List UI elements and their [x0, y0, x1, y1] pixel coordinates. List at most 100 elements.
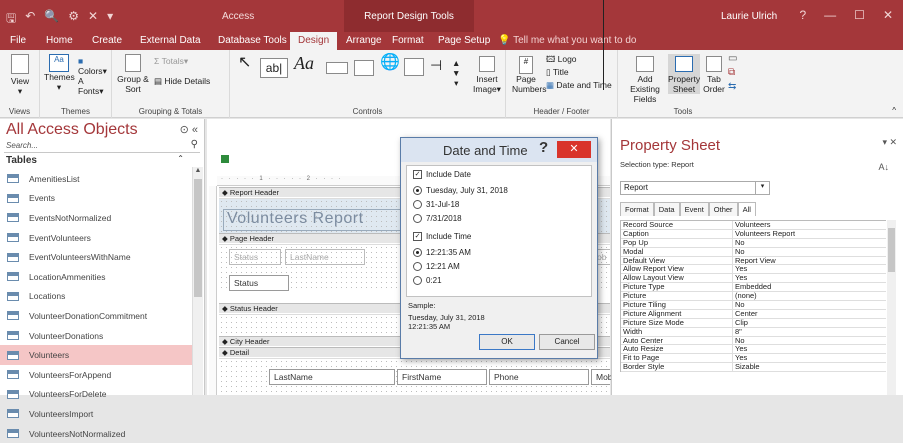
property-row[interactable]: Picture Size Mode Clip [621, 318, 886, 328]
user-name[interactable]: Laurie Ulrich [721, 11, 777, 22]
nav-table-item[interactable]: EventVolunteers [0, 228, 192, 248]
property-row[interactable]: Pop Up No [621, 238, 886, 248]
nav-table-item[interactable]: VolunteerDonations [0, 326, 192, 346]
property-value[interactable]: Center [733, 310, 886, 318]
date-format-short[interactable]: 7/31/2018 [413, 214, 462, 223]
colors-button[interactable]: ■ Colors▾ [78, 56, 111, 76]
firstname-textbox[interactable]: FirstName [397, 369, 487, 385]
nav-table-item[interactable]: VolunteersForDelete [0, 385, 192, 405]
page-break-tool-icon[interactable]: ⊣ [430, 58, 442, 72]
tab-file[interactable]: File [10, 32, 26, 50]
tab-page-setup[interactable]: Page Setup [438, 32, 490, 50]
property-value[interactable]: No [733, 337, 886, 345]
subform-icon[interactable]: ▭ [728, 54, 737, 64]
option-group-tool-icon[interactable] [404, 58, 424, 78]
view-button[interactable]: View ▾ [4, 54, 36, 96]
dialog-close-button[interactable]: ✕ [557, 141, 591, 158]
property-row[interactable]: Caption Volunteers Report [621, 229, 886, 239]
property-value[interactable]: No [733, 301, 886, 309]
nav-table-item[interactable]: Events [0, 189, 192, 209]
phone-textbox[interactable]: Phone [489, 369, 589, 385]
insert-image-button[interactable]: Insert Image▾ [470, 56, 504, 94]
nav-section-tables[interactable]: Tables ⌃ [0, 153, 204, 168]
nav-table-item[interactable]: EventVolunteersWithName [0, 247, 192, 267]
view-code-icon[interactable]: ⧉ [728, 68, 735, 78]
tell-me-search[interactable]: 💡 Tell me what you want to do [498, 32, 636, 50]
logo-button[interactable]: 🖾 Logo [546, 54, 577, 64]
shutter-bar-icon[interactable]: « [192, 124, 198, 136]
date-format-long[interactable]: Tuesday, July 31, 2018 [413, 186, 508, 195]
page-numbers-button[interactable]: # Page Numbers [512, 56, 546, 94]
hyperlink-tool-icon[interactable]: 🌐 [380, 55, 400, 71]
property-scrollbar[interactable] [887, 220, 896, 395]
property-value[interactable]: Yes [733, 274, 886, 282]
property-value[interactable]: No [733, 248, 886, 256]
tab-design[interactable]: Design [290, 32, 338, 50]
property-value[interactable]: 8" [733, 328, 886, 336]
controls-gallery-scroll[interactable]: ▲ ▼ ▾ [452, 58, 460, 88]
property-row[interactable]: Picture Alignment Center [621, 309, 886, 319]
tab-home[interactable]: Home [46, 32, 73, 50]
property-row[interactable]: Default View Report View [621, 256, 886, 266]
nav-table-item[interactable]: VolunteerDonationCommitment [0, 306, 192, 326]
close-object-icon[interactable]: ✕ [88, 9, 98, 30]
themes-button[interactable]: Aa Themes ▾ [44, 54, 75, 92]
scroll-thumb[interactable] [194, 179, 202, 297]
group-sort-button[interactable]: Group & Sort [116, 54, 150, 94]
add-existing-fields-button[interactable]: Add Existing Fields [624, 56, 666, 104]
form-icon[interactable]: ⚙ [68, 9, 79, 30]
property-value[interactable]: Yes [733, 345, 886, 353]
date-format-medium[interactable]: 31-Jul-18 [413, 200, 459, 209]
cancel-button[interactable]: Cancel [539, 334, 595, 350]
property-row[interactable]: Picture (none) [621, 292, 886, 302]
lastname-label-control[interactable]: LastName [285, 249, 365, 265]
property-row[interactable]: Fit to Page Yes [621, 354, 886, 364]
property-value[interactable]: Yes [733, 354, 886, 362]
include-date-checkbox[interactable]: ✓ Include Date [413, 170, 471, 179]
button-tool-icon[interactable] [326, 62, 348, 76]
property-row[interactable]: Auto Resize Yes [621, 345, 886, 355]
collapse-ribbon-icon[interactable]: ^ [892, 106, 896, 116]
property-value[interactable]: (none) [733, 292, 886, 300]
tab-all-props[interactable]: All [737, 202, 756, 216]
tab-arrange[interactable]: Arrange [346, 32, 382, 50]
tab-format-props[interactable]: Format [620, 202, 654, 216]
date-time-button[interactable]: ▦ Date and Time [546, 80, 612, 90]
object-selector-dropdown[interactable]: Report ▾ [620, 181, 770, 195]
time-format-short[interactable]: 0:21 [413, 276, 442, 285]
hide-details-button[interactable]: ▤ Hide Details [154, 76, 210, 86]
ok-button[interactable]: OK [479, 334, 535, 350]
textbox-tool[interactable]: ab| [260, 58, 288, 78]
property-value[interactable]: Yes [733, 265, 886, 273]
property-value[interactable]: Report View [733, 257, 886, 265]
undo-icon[interactable]: ↶ [25, 9, 35, 30]
report-title-control[interactable]: Volunteers Report [223, 209, 413, 231]
tab-control-tool-icon[interactable] [354, 60, 374, 78]
nav-table-item[interactable]: Volunteers [0, 345, 192, 365]
help-button[interactable]: ? [799, 8, 806, 22]
select-tool-icon[interactable]: ↖ [238, 55, 251, 71]
nav-scrollbar[interactable]: ▲ [192, 167, 203, 395]
nav-table-item[interactable]: VolunteersForAppend [0, 365, 192, 385]
nav-table-item[interactable]: AmenitiesList [0, 169, 192, 189]
nav-table-item[interactable]: Locations [0, 287, 192, 307]
property-value[interactable]: No [733, 239, 886, 247]
tab-data-props[interactable]: Data [653, 202, 680, 216]
tab-database-tools[interactable]: Database Tools [218, 32, 287, 50]
status-label-control[interactable]: Status [229, 249, 281, 265]
time-format-medium[interactable]: 12:21 AM [413, 262, 460, 271]
property-row[interactable]: Allow Report View Yes [621, 265, 886, 275]
tab-format[interactable]: Format [392, 32, 424, 50]
nav-table-item[interactable]: VolunteersImport [0, 404, 192, 424]
pane-menu-close-icon[interactable]: ▾ ✕ [882, 137, 897, 148]
property-row[interactable]: Border Style Sizable [621, 363, 886, 373]
nav-search-input[interactable]: Search... ⚲ [4, 139, 200, 153]
property-row[interactable]: Record Source Volunteers [621, 221, 886, 230]
title-button[interactable]: ▯ Title [546, 67, 569, 77]
print-preview-icon[interactable]: 🔍 [44, 9, 59, 30]
minimize-button[interactable]: — [824, 8, 836, 22]
convert-macros-icon[interactable]: ⇆ [728, 82, 736, 92]
property-row[interactable]: Allow Layout View Yes [621, 274, 886, 284]
tab-other-props[interactable]: Other [708, 202, 738, 216]
maximize-button[interactable]: ☐ [854, 8, 865, 22]
